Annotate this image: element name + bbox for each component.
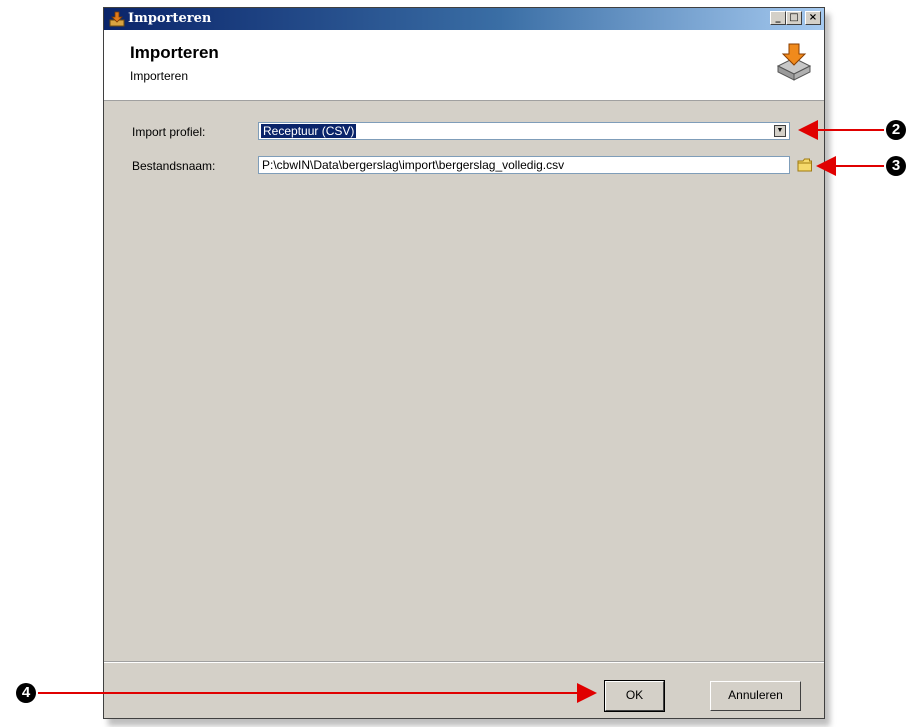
callout-4: 4 — [16, 683, 36, 703]
callout-2: 2 — [886, 120, 906, 140]
annotation-arrows — [38, 120, 884, 703]
callout-3: 3 — [886, 156, 906, 176]
